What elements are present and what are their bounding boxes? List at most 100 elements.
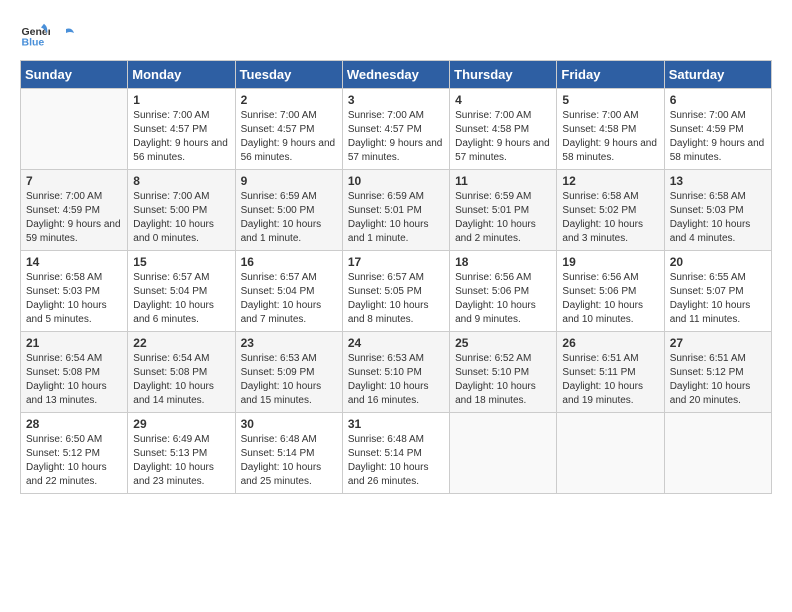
calendar-cell xyxy=(664,413,771,494)
day-info: Sunrise: 6:59 AMSunset: 5:01 PMDaylight:… xyxy=(348,190,444,246)
day-number: 18 xyxy=(455,255,551,269)
day-number: 25 xyxy=(455,336,551,350)
calendar-cell: 22 Sunrise: 6:54 AMSunset: 5:08 PMDayligh… xyxy=(128,332,235,413)
calendar-cell: 14Sunrise: 6:58 AMSunset: 5:03 PMDayligh… xyxy=(21,251,128,332)
calendar-cell: 15Sunrise: 6:57 AMSunset: 5:04 PMDayligh… xyxy=(128,251,235,332)
calendar-cell: 10 Sunrise: 6:59 AMSunset: 5:01 PMDayligh… xyxy=(342,170,449,251)
calendar-cell: 25 Sunrise: 6:52 AMSunset: 5:10 PMDayligh… xyxy=(450,332,557,413)
calendar-cell: 2 Sunrise: 7:00 AMSunset: 4:57 PMDaylight… xyxy=(235,89,342,170)
day-number: 2 xyxy=(241,93,337,107)
day-number: 29 xyxy=(133,417,229,431)
day-info: Sunrise: 6:55 AMSunset: 5:07 PMDaylight:… xyxy=(670,271,766,327)
day-number: 20 xyxy=(670,255,766,269)
calendar-cell: 9Sunrise: 6:59 AMSunset: 5:00 PMDaylight… xyxy=(235,170,342,251)
day-info: Sunrise: 6:54 AMSunset: 5:08 PMDaylight:… xyxy=(133,352,229,408)
calendar-cell: 8Sunrise: 7:00 AMSunset: 5:00 PMDaylight… xyxy=(128,170,235,251)
day-info: Sunrise: 7:00 AMSunset: 4:59 PMDaylight:… xyxy=(26,190,122,246)
calendar-cell: 3 Sunrise: 7:00 AMSunset: 4:57 PMDaylight… xyxy=(342,89,449,170)
day-info: Sunrise: 6:49 AMSunset: 5:13 PMDaylight:… xyxy=(133,433,229,489)
day-info: Sunrise: 6:50 AMSunset: 5:12 PMDaylight:… xyxy=(26,433,122,489)
calendar-cell: 6Sunrise: 7:00 AMSunset: 4:59 PMDaylight… xyxy=(664,89,771,170)
day-number: 10 xyxy=(348,174,444,188)
calendar-cell: 18 Sunrise: 6:56 AMSunset: 5:06 PMDayligh… xyxy=(450,251,557,332)
calendar-week-row: 14Sunrise: 6:58 AMSunset: 5:03 PMDayligh… xyxy=(21,251,772,332)
logo-bird-icon xyxy=(56,25,76,45)
calendar-week-row: 28 Sunrise: 6:50 AMSunset: 5:12 PMDayligh… xyxy=(21,413,772,494)
day-number: 9 xyxy=(241,174,337,188)
day-info: Sunrise: 6:53 AMSunset: 5:10 PMDaylight:… xyxy=(348,352,444,408)
day-info: Sunrise: 7:00 AMSunset: 5:00 PMDaylight:… xyxy=(133,190,229,246)
calendar-cell xyxy=(557,413,664,494)
day-info: Sunrise: 6:58 AMSunset: 5:03 PMDaylight:… xyxy=(26,271,122,327)
calendar-cell: 16Sunrise: 6:57 AMSunset: 5:04 PMDayligh… xyxy=(235,251,342,332)
day-info: Sunrise: 6:51 AMSunset: 5:11 PMDaylight:… xyxy=(562,352,658,408)
day-info: Sunrise: 7:00 AMSunset: 4:57 PMDaylight:… xyxy=(133,109,229,165)
day-number: 31 xyxy=(348,417,444,431)
day-info: Sunrise: 7:00 AMSunset: 4:57 PMDaylight:… xyxy=(348,109,444,165)
header-day-tuesday: Tuesday xyxy=(235,61,342,89)
day-number: 7 xyxy=(26,174,122,188)
calendar-cell: 19 Sunrise: 6:56 AMSunset: 5:06 PMDayligh… xyxy=(557,251,664,332)
header: General Blue xyxy=(20,20,772,50)
day-info: Sunrise: 6:57 AMSunset: 5:05 PMDaylight:… xyxy=(348,271,444,327)
day-info: Sunrise: 6:56 AMSunset: 5:06 PMDaylight:… xyxy=(562,271,658,327)
calendar-cell: 31 Sunrise: 6:48 AMSunset: 5:14 PMDayligh… xyxy=(342,413,449,494)
calendar-cell xyxy=(21,89,128,170)
header-day-friday: Friday xyxy=(557,61,664,89)
logo: General Blue xyxy=(20,20,76,50)
calendar-week-row: 21 Sunrise: 6:54 AMSunset: 5:08 PMDayligh… xyxy=(21,332,772,413)
day-number: 16 xyxy=(241,255,337,269)
header-day-wednesday: Wednesday xyxy=(342,61,449,89)
day-info: Sunrise: 6:52 AMSunset: 5:10 PMDaylight:… xyxy=(455,352,551,408)
day-info: Sunrise: 6:58 AMSunset: 5:02 PMDaylight:… xyxy=(562,190,658,246)
calendar-cell xyxy=(450,413,557,494)
calendar-cell: 27 Sunrise: 6:51 AMSunset: 5:12 PMDayligh… xyxy=(664,332,771,413)
day-number: 5 xyxy=(562,93,658,107)
day-number: 28 xyxy=(26,417,122,431)
calendar-cell: 4Sunrise: 7:00 AMSunset: 4:58 PMDaylight… xyxy=(450,89,557,170)
day-number: 15 xyxy=(133,255,229,269)
svg-text:Blue: Blue xyxy=(22,37,45,49)
page-container: General Blue Sunday xyxy=(20,20,772,494)
day-info: Sunrise: 6:58 AMSunset: 5:03 PMDaylight:… xyxy=(670,190,766,246)
day-info: Sunrise: 6:48 AMSunset: 5:14 PMDaylight:… xyxy=(348,433,444,489)
day-number: 27 xyxy=(670,336,766,350)
day-info: Sunrise: 6:53 AMSunset: 5:09 PMDaylight:… xyxy=(241,352,337,408)
day-number: 21 xyxy=(26,336,122,350)
header-day-thursday: Thursday xyxy=(450,61,557,89)
day-number: 30 xyxy=(241,417,337,431)
calendar-cell: 30Sunrise: 6:48 AMSunset: 5:14 PMDayligh… xyxy=(235,413,342,494)
header-day-monday: Monday xyxy=(128,61,235,89)
calendar-cell: 7 Sunrise: 7:00 AMSunset: 4:59 PMDaylight… xyxy=(21,170,128,251)
day-number: 1 xyxy=(133,93,229,107)
calendar-header-row: SundayMondayTuesdayWednesdayThursdayFrid… xyxy=(21,61,772,89)
calendar-cell: 21 Sunrise: 6:54 AMSunset: 5:08 PMDayligh… xyxy=(21,332,128,413)
day-number: 13 xyxy=(670,174,766,188)
day-number: 26 xyxy=(562,336,658,350)
calendar-cell: 28 Sunrise: 6:50 AMSunset: 5:12 PMDayligh… xyxy=(21,413,128,494)
day-info: Sunrise: 6:51 AMSunset: 5:12 PMDaylight:… xyxy=(670,352,766,408)
day-number: 12 xyxy=(562,174,658,188)
calendar-cell: 26 Sunrise: 6:51 AMSunset: 5:11 PMDayligh… xyxy=(557,332,664,413)
calendar-cell: 13 Sunrise: 6:58 AMSunset: 5:03 PMDayligh… xyxy=(664,170,771,251)
calendar-week-row: 7 Sunrise: 7:00 AMSunset: 4:59 PMDaylight… xyxy=(21,170,772,251)
day-info: Sunrise: 7:00 AMSunset: 4:57 PMDaylight:… xyxy=(241,109,337,165)
calendar-cell: 17 Sunrise: 6:57 AMSunset: 5:05 PMDayligh… xyxy=(342,251,449,332)
day-number: 17 xyxy=(348,255,444,269)
day-number: 4 xyxy=(455,93,551,107)
header-day-saturday: Saturday xyxy=(664,61,771,89)
day-info: Sunrise: 6:56 AMSunset: 5:06 PMDaylight:… xyxy=(455,271,551,327)
calendar-week-row: 1 Sunrise: 7:00 AMSunset: 4:57 PMDaylight… xyxy=(21,89,772,170)
calendar-cell: 29 Sunrise: 6:49 AMSunset: 5:13 PMDayligh… xyxy=(128,413,235,494)
day-number: 22 xyxy=(133,336,229,350)
day-number: 19 xyxy=(562,255,658,269)
calendar-cell: 24 Sunrise: 6:53 AMSunset: 5:10 PMDayligh… xyxy=(342,332,449,413)
day-info: Sunrise: 6:54 AMSunset: 5:08 PMDaylight:… xyxy=(26,352,122,408)
day-number: 11 xyxy=(455,174,551,188)
day-number: 24 xyxy=(348,336,444,350)
header-day-sunday: Sunday xyxy=(21,61,128,89)
logo-icon: General Blue xyxy=(20,20,50,50)
calendar-cell: 20 Sunrise: 6:55 AMSunset: 5:07 PMDayligh… xyxy=(664,251,771,332)
day-number: 3 xyxy=(348,93,444,107)
day-number: 23 xyxy=(241,336,337,350)
